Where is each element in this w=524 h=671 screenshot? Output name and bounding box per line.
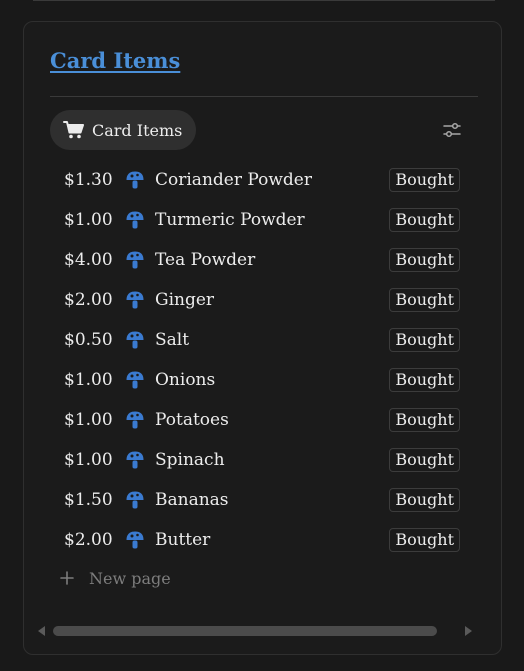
mushroom-icon (125, 170, 145, 190)
mushroom-icon (125, 410, 145, 430)
mushroom-icon (125, 450, 145, 470)
database-card: Card Items Card Items $1.30 Coriander Po… (23, 21, 502, 655)
filter-settings-button[interactable] (440, 119, 464, 141)
list-item[interactable]: $1.00 Potatoes Bought (64, 400, 464, 440)
status-badge: Bought (389, 408, 460, 432)
status-badge: Bought (389, 288, 460, 312)
item-price: $4.00 (64, 250, 113, 270)
status-badge: Bought (389, 248, 460, 272)
item-price: $1.00 (64, 450, 113, 470)
item-price: $1.00 (64, 370, 113, 390)
mushroom-icon (125, 250, 145, 270)
item-price: $0.50 (64, 330, 113, 350)
database-title[interactable]: Card Items (50, 48, 180, 73)
mushroom-icon (125, 210, 145, 230)
status-badge: Bought (389, 448, 460, 472)
scrollbar-thumb[interactable] (53, 626, 437, 636)
list-item[interactable]: $1.30 Coriander Powder Bought (64, 160, 464, 200)
list-item[interactable]: $1.00 Onions Bought (64, 360, 464, 400)
status-badge: Bought (389, 368, 460, 392)
list-item[interactable]: $1.00 Spinach Bought (64, 440, 464, 480)
item-price: $1.00 (64, 210, 113, 230)
mushroom-icon (125, 330, 145, 350)
horizontal-scrollbar[interactable] (53, 625, 437, 637)
new-page-button[interactable]: New page (60, 567, 171, 589)
item-price: $1.30 (64, 170, 113, 190)
new-page-label: New page (89, 568, 171, 588)
mushroom-icon (125, 370, 145, 390)
sliders-icon (443, 122, 461, 138)
list-item[interactable]: $2.00 Ginger Bought (64, 280, 464, 320)
top-divider (33, 0, 495, 1)
status-badge: Bought (389, 488, 460, 512)
cart-icon (63, 120, 85, 140)
status-badge: Bought (389, 528, 460, 552)
list-item[interactable]: $1.00 Turmeric Powder Bought (64, 200, 464, 240)
scroll-left-arrow[interactable] (36, 625, 46, 637)
view-tab-card-items[interactable]: Card Items (50, 110, 197, 150)
status-badge: Bought (389, 328, 460, 352)
list-item[interactable]: $0.50 Salt Bought (64, 320, 464, 360)
list-item[interactable]: $1.50 Bananas Bought (64, 480, 464, 520)
status-badge: Bought (389, 168, 460, 192)
item-price: $2.00 (64, 530, 113, 550)
scroll-right-arrow[interactable] (464, 625, 474, 637)
list-item[interactable]: $4.00 Tea Powder Bought (64, 240, 464, 280)
view-tab-label: Card Items (92, 120, 183, 140)
list-item[interactable]: $2.00 Butter Bought (64, 520, 464, 560)
plus-icon (60, 571, 74, 585)
mushroom-icon (125, 290, 145, 310)
item-price: $1.50 (64, 490, 113, 510)
status-badge: Bought (389, 208, 460, 232)
mushroom-icon (125, 490, 145, 510)
item-price: $2.00 (64, 290, 113, 310)
item-price: $1.00 (64, 410, 113, 430)
title-divider (50, 96, 478, 97)
mushroom-icon (125, 530, 145, 550)
